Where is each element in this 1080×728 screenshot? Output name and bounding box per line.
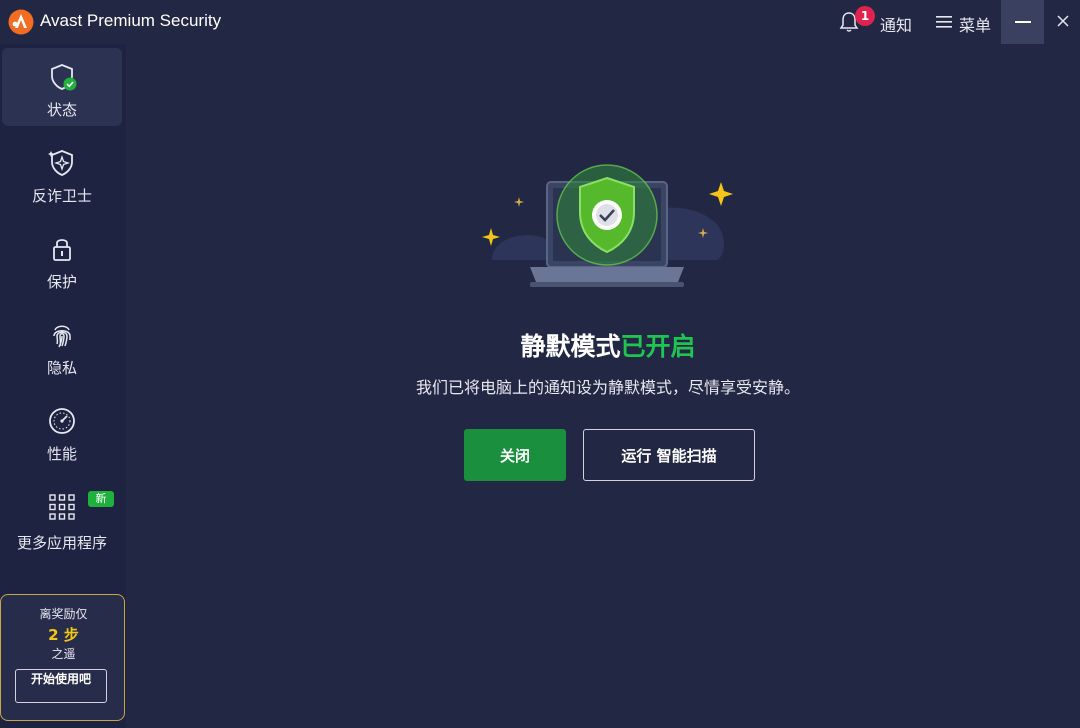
sidebar-item-protection[interactable]: 保护	[2, 220, 122, 298]
title-status: 已开启	[620, 332, 696, 361]
silent-mode-illustration	[482, 164, 733, 287]
sidebar-item-more-apps[interactable]: 更多应用程序	[2, 478, 122, 556]
run-smart-scan-button[interactable]: 运行 智能扫描	[583, 429, 755, 481]
minimize-button[interactable]	[1001, 0, 1044, 44]
promo-steps: 2 步	[48, 626, 79, 644]
status-description: 我们已将电脑上的通知设为静默模式，尽情享受安静。	[415, 378, 800, 397]
title-bar: Avast Premium Security 1 通知 菜单	[0, 0, 1080, 44]
shield-check-icon	[51, 64, 77, 91]
avast-logo-icon	[8, 9, 34, 35]
shield-sparkle-icon	[48, 150, 73, 176]
menu-button[interactable]: 菜单	[959, 12, 991, 36]
app-title: Avast Premium Security	[40, 11, 222, 30]
promo-text: 之遥	[51, 647, 76, 661]
sidebar-item-label: 状态	[46, 101, 77, 119]
laptop-base	[530, 267, 684, 282]
sidebar-item-status[interactable]: 状态	[2, 48, 122, 126]
title-text: 静默模式	[520, 332, 621, 361]
lock-icon	[53, 239, 71, 261]
notifications-button[interactable]: 通知	[880, 12, 912, 36]
sidebar-item-label: 性能	[46, 445, 77, 463]
sidebar-item-anti-fraud[interactable]: 反诈卫士	[2, 134, 122, 212]
speedometer-icon	[49, 408, 75, 434]
sidebar-item-label: 保护	[46, 273, 77, 291]
sparkle-icon	[514, 197, 524, 207]
hamburger-menu-icon[interactable]	[936, 15, 952, 29]
sidebar-item-performance[interactable]: 性能	[2, 392, 122, 470]
promo-text: 离奖励仅	[39, 607, 88, 621]
new-badge: 新	[88, 491, 114, 507]
sparkle-icon	[709, 182, 733, 206]
grid-icon	[49, 494, 75, 520]
turn-off-button[interactable]: 关闭	[464, 429, 566, 481]
rewards-promo: 离奖励仅 2 步 之遥 开始使用吧	[0, 594, 125, 721]
get-started-button[interactable]: 开始使用吧	[15, 669, 107, 703]
notification-count-badge: 1	[855, 6, 875, 26]
sidebar-item-label: 更多应用程序	[16, 534, 107, 552]
close-icon[interactable]	[1046, 0, 1080, 44]
sidebar-item-label: 反诈卫士	[31, 187, 92, 205]
sparkle-icon	[482, 228, 500, 246]
minimize-icon	[1015, 21, 1031, 23]
page-title: 静默模式已开启	[0, 327, 1080, 363]
